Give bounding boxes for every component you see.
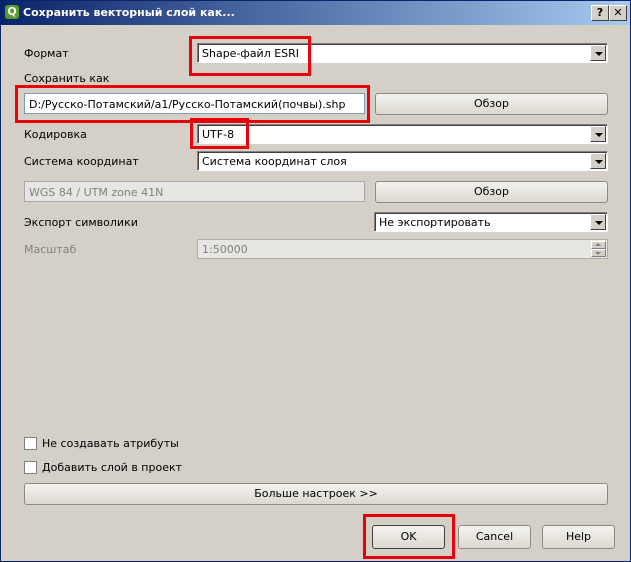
help-title-button[interactable]: ?: [591, 5, 609, 21]
chevron-down-icon[interactable]: [590, 214, 606, 230]
crs-value: Система координат слоя: [202, 155, 347, 168]
crs-display-field: WGS 84 / UTM zone 41N: [24, 181, 365, 202]
browse-file-button[interactable]: Обзор: [375, 93, 608, 115]
chevron-down-icon[interactable]: [590, 126, 606, 142]
qgis-icon: Q: [5, 5, 19, 19]
scale-value: 1:50000: [202, 243, 248, 256]
encoding-value: UTF-8: [202, 128, 235, 141]
chevron-down-icon[interactable]: [590, 153, 606, 169]
spin-down-icon: [591, 249, 606, 257]
browse-crs-button[interactable]: Обзор: [375, 181, 608, 203]
scale-spinbox: 1:50000: [197, 239, 608, 259]
close-button[interactable]: ✕: [609, 5, 627, 21]
crs-label: Система координат: [24, 155, 139, 168]
save-as-path-value: D:/Русско-Потамский/a1/Русско-Потамский(…: [29, 98, 346, 111]
help-button[interactable]: Help: [542, 525, 615, 549]
format-label: Формат: [24, 47, 69, 60]
save-as-path-input[interactable]: D:/Русско-Потамский/a1/Русско-Потамский(…: [24, 93, 365, 114]
symbology-select[interactable]: Не экспортировать: [374, 212, 608, 232]
scale-label: Масштаб: [24, 243, 77, 256]
format-value: Shape-файл ESRI: [202, 47, 300, 60]
add-to-project-checkbox[interactable]: [24, 461, 37, 474]
crs-display-value: WGS 84 / UTM zone 41N: [29, 186, 164, 199]
crs-select[interactable]: Система координат слоя: [197, 151, 608, 171]
ok-button[interactable]: OK: [372, 525, 445, 549]
window-title: Сохранить векторный слой как...: [23, 6, 235, 19]
no-attributes-label: Не создавать атрибуты: [42, 437, 179, 450]
symbology-label: Экспорт символики: [24, 216, 138, 229]
symbology-value: Не экспортировать: [379, 216, 491, 229]
more-settings-button[interactable]: Больше настроек >>: [24, 483, 608, 505]
cancel-button[interactable]: Cancel: [458, 525, 531, 549]
save-as-label: Сохранить как: [24, 72, 110, 85]
no-attributes-checkbox[interactable]: [24, 437, 37, 450]
add-to-project-label: Добавить слой в проект: [42, 461, 183, 474]
save-vector-layer-dialog: Q Сохранить векторный слой как... ? ✕ Фо…: [0, 0, 631, 562]
title-bar: Q Сохранить векторный слой как... ? ✕: [1, 1, 630, 25]
format-select[interactable]: Shape-файл ESRI: [197, 43, 608, 63]
encoding-label: Кодировка: [24, 128, 87, 141]
chevron-down-icon[interactable]: [590, 45, 606, 61]
spin-up-icon: [591, 241, 606, 249]
encoding-select[interactable]: UTF-8: [197, 124, 608, 144]
